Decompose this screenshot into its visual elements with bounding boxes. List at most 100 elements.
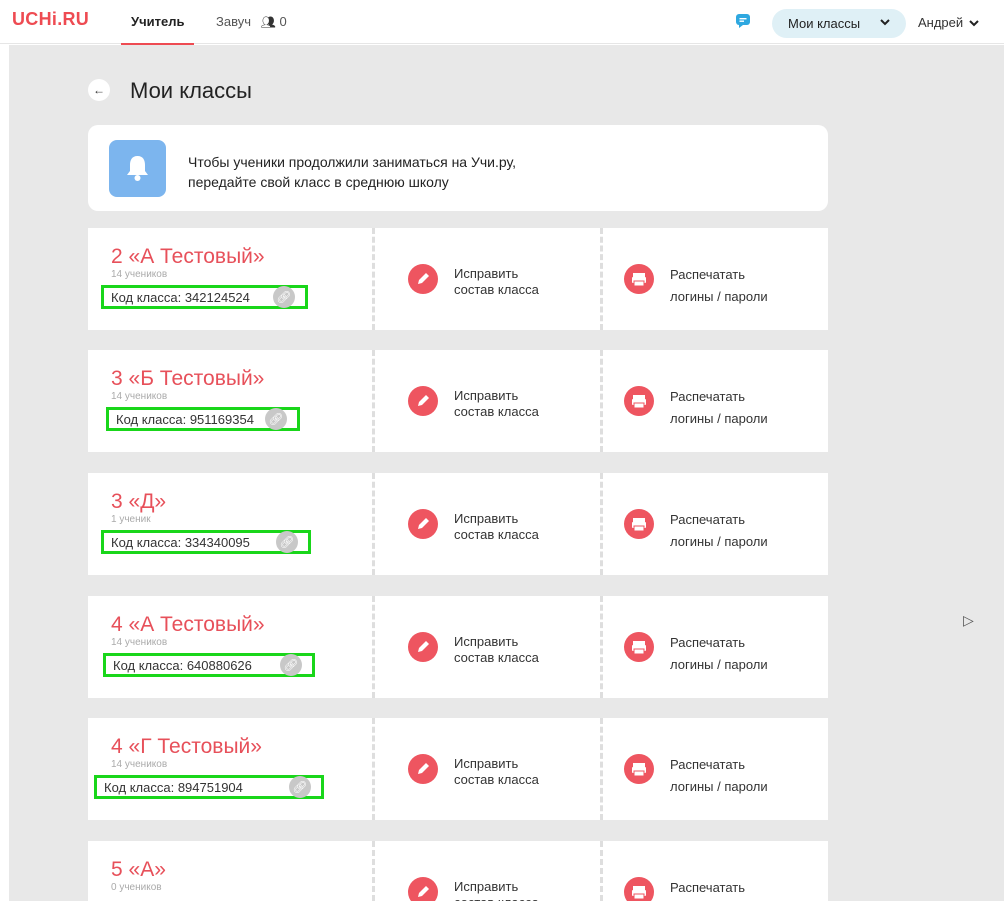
class-code: Код класса: 334340095 🔗︎ bbox=[101, 530, 311, 554]
chevron-down-icon bbox=[880, 19, 890, 26]
divider bbox=[600, 841, 603, 901]
pencil-icon[interactable] bbox=[408, 632, 438, 662]
class-name[interactable]: 4 «Г Тестовый» bbox=[111, 735, 262, 759]
divider bbox=[600, 228, 603, 330]
printer-icon[interactable] bbox=[624, 264, 654, 294]
print-logins-button[interactable]: Распечатать логины / пароли bbox=[670, 877, 768, 901]
print-label-2: логины / пароли bbox=[670, 289, 768, 304]
print-label-1: Распечатать bbox=[670, 267, 746, 282]
notice-banner: Чтобы ученики продолжили заниматься на У… bbox=[88, 125, 828, 211]
tab-teacher[interactable]: Учитель bbox=[120, 14, 196, 45]
edit-label-2: состав класса bbox=[454, 282, 539, 297]
student-count: 14 учеников bbox=[111, 759, 168, 770]
edit-label-2: состав класса bbox=[454, 404, 539, 419]
edit-class-button[interactable]: Исправить состав класса bbox=[454, 879, 539, 901]
class-name[interactable]: 4 «А Тестовый» bbox=[111, 613, 265, 637]
notice-text: Чтобы ученики продолжили заниматься на У… bbox=[188, 152, 516, 192]
print-label-1: Распечатать bbox=[670, 512, 746, 527]
print-logins-button[interactable]: Распечатать логины / пароли bbox=[670, 264, 768, 308]
edit-label-1: Исправить bbox=[454, 879, 519, 894]
notice-line-1: Чтобы ученики продолжили заниматься на У… bbox=[188, 154, 516, 170]
printer-icon[interactable] bbox=[624, 632, 654, 662]
print-label-1: Распечатать bbox=[670, 880, 746, 895]
edit-label-1: Исправить bbox=[454, 511, 519, 526]
printer-icon[interactable] bbox=[624, 754, 654, 784]
print-label-2: логины / пароли bbox=[670, 779, 768, 794]
edit-label-1: Исправить bbox=[454, 388, 519, 403]
divider bbox=[600, 350, 603, 452]
user-menu[interactable]: Андрей bbox=[918, 15, 979, 30]
print-label-2: логины / пароли bbox=[670, 411, 768, 426]
class-code-text: Код класса: 951169354 bbox=[116, 412, 254, 427]
link-icon[interactable]: 🔗︎ bbox=[280, 654, 302, 676]
link-icon[interactable]: 🔗︎ bbox=[265, 408, 287, 430]
top-navigation: UCHi.RU Учитель Завуч 👥︎ 0 Мои классы Ан… bbox=[0, 0, 1004, 45]
print-logins-button[interactable]: Распечатать логины / пароли bbox=[670, 509, 768, 553]
pencil-icon[interactable] bbox=[408, 509, 438, 539]
printer-icon[interactable] bbox=[624, 509, 654, 539]
divider bbox=[600, 596, 603, 698]
class-name[interactable]: 5 «А» bbox=[111, 858, 166, 882]
print-label-2: логины / пароли bbox=[670, 534, 768, 549]
class-code-text: Код класса: 342124524 bbox=[111, 290, 250, 305]
print-label-1: Распечатать bbox=[670, 757, 746, 772]
edit-class-button[interactable]: Исправить состав класса bbox=[454, 266, 539, 298]
class-code: Код класса: 894751904 🔗︎ bbox=[94, 775, 324, 799]
edit-label-1: Исправить bbox=[454, 756, 519, 771]
mouse-cursor-icon: ▷ bbox=[963, 612, 974, 628]
class-code-text: Код класса: 640880626 bbox=[113, 658, 252, 673]
people-icon: 👥︎ bbox=[260, 15, 276, 29]
class-name[interactable]: 2 «А Тестовый» bbox=[111, 245, 265, 269]
edit-class-button[interactable]: Исправить состав класса bbox=[454, 756, 539, 788]
class-code: Код класса: 951169354 🔗︎ bbox=[106, 407, 300, 431]
tab-zavuch[interactable]: Завуч 👥︎ 0 bbox=[216, 14, 287, 29]
class-card: 2 «А Тестовый» 14 учеников Код класса: 3… bbox=[88, 228, 828, 330]
back-button[interactable]: ← bbox=[88, 79, 110, 101]
edit-label-2: состав класса bbox=[454, 895, 539, 901]
print-label-1: Распечатать bbox=[670, 635, 746, 650]
edit-class-button[interactable]: Исправить состав класса bbox=[454, 511, 539, 543]
class-name[interactable]: 3 «Д» bbox=[111, 490, 166, 514]
class-code: Код класса: 640880626 🔗︎ bbox=[103, 653, 315, 677]
class-card: 3 «Б Тестовый» 14 учеников Код класса: 9… bbox=[88, 350, 828, 452]
logo[interactable]: UCHi.RU bbox=[12, 9, 89, 30]
edit-label-2: состав класса bbox=[454, 772, 539, 787]
link-icon[interactable]: 🔗︎ bbox=[289, 776, 311, 798]
bell-icon bbox=[109, 140, 166, 197]
pencil-icon[interactable] bbox=[408, 877, 438, 901]
print-logins-button[interactable]: Распечатать логины / пароли bbox=[670, 386, 768, 430]
student-count: 14 учеников bbox=[111, 637, 168, 648]
tab-zavuch-label: Завуч bbox=[216, 14, 251, 29]
class-card: 3 «Д» 1 ученик Код класса: 334340095 🔗︎ … bbox=[88, 473, 828, 575]
chevron-down-icon bbox=[969, 20, 979, 27]
class-code-text: Код класса: 894751904 bbox=[104, 780, 243, 795]
student-count: 0 учеников bbox=[111, 882, 162, 893]
edit-class-button[interactable]: Исправить состав класса bbox=[454, 634, 539, 666]
my-classes-dropdown[interactable]: Мои классы bbox=[772, 9, 906, 38]
print-logins-button[interactable]: Распечатать логины / пароли bbox=[670, 754, 768, 798]
class-name[interactable]: 3 «Б Тестовый» bbox=[111, 367, 264, 391]
printer-icon[interactable] bbox=[624, 386, 654, 416]
chat-icon[interactable] bbox=[735, 13, 751, 29]
pencil-icon[interactable] bbox=[408, 754, 438, 784]
divider bbox=[600, 473, 603, 575]
student-count: 14 учеников bbox=[111, 391, 168, 402]
edit-class-button[interactable]: Исправить состав класса bbox=[454, 388, 539, 420]
page-title: Мои классы bbox=[130, 78, 252, 103]
print-logins-button[interactable]: Распечатать логины / пароли bbox=[670, 632, 768, 676]
class-code: Код класса: 342124524 🔗︎ bbox=[101, 285, 308, 309]
edit-label-2: состав класса bbox=[454, 527, 539, 542]
link-icon[interactable]: 🔗︎ bbox=[273, 286, 295, 308]
printer-icon[interactable] bbox=[624, 877, 654, 901]
class-code-text: Код класса: 334340095 bbox=[111, 535, 250, 550]
divider bbox=[600, 718, 603, 820]
pencil-icon[interactable] bbox=[408, 264, 438, 294]
link-icon[interactable]: 🔗︎ bbox=[276, 531, 298, 553]
edit-label-1: Исправить bbox=[454, 634, 519, 649]
class-card: 4 «А Тестовый» 14 учеников Код класса: 6… bbox=[88, 596, 828, 698]
print-label-1: Распечатать bbox=[670, 389, 746, 404]
student-count: 14 учеников bbox=[111, 269, 168, 280]
class-card: 5 «А» 0 учеников Исправить состав класса… bbox=[88, 841, 828, 901]
pencil-icon[interactable] bbox=[408, 386, 438, 416]
user-name: Андрей bbox=[918, 15, 964, 30]
